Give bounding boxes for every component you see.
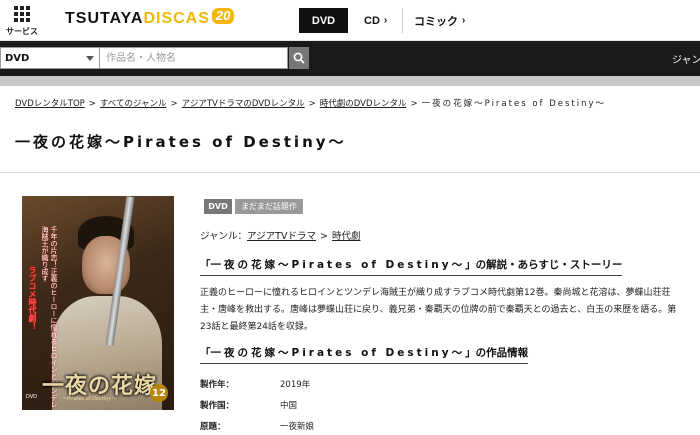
logo-accent-text: DISCAS xyxy=(143,10,210,27)
chevron-right-icon: › xyxy=(383,15,388,26)
nav-tab-comic[interactable]: コミック › xyxy=(414,8,465,33)
info-key: 原題： xyxy=(200,422,226,432)
synopsis-heading: 「一夜の花嫁〜Pirates of Destiny〜」の解説・あらすじ・ストーリ… xyxy=(200,257,623,276)
nav-tab-cd-label: CD xyxy=(364,14,380,27)
grid-icon xyxy=(14,6,30,22)
synopsis-heading-prefix: 「 xyxy=(200,259,211,271)
nav-tab-dvd[interactable]: DVD xyxy=(299,8,348,33)
genre-separator: > xyxy=(319,231,328,242)
header-divider-band xyxy=(0,76,700,86)
search-button[interactable] xyxy=(289,47,309,69)
info-row-original-title: 原題： 一夜新娘 xyxy=(200,420,314,432)
tsutaya-discas-logo[interactable]: TSUTAYA DISCAS 20 xyxy=(65,8,235,30)
genre-row: ジャンル：アジアTVドラマ > 時代劇 xyxy=(200,228,360,242)
info-key: 製作年： xyxy=(200,380,235,390)
chevron-right-icon: › xyxy=(462,15,466,26)
status-badge: まだまだ話題作 xyxy=(235,199,303,214)
service-menu-button[interactable]: サービス xyxy=(2,4,42,38)
nav-divider xyxy=(402,8,403,33)
nav-tab-comic-label: コミック xyxy=(414,15,458,28)
breadcrumb-link-asian-tv-drama[interactable]: アジアTVドラマのDVDレンタル xyxy=(182,99,305,109)
work-info-heading-suffix: 」の作品情報 xyxy=(465,347,529,359)
logo-main-text: TSUTAYA xyxy=(65,10,144,27)
breadcrumb-separator: > xyxy=(308,99,316,109)
service-label: サービス xyxy=(6,27,38,36)
info-value: 一夜新娘 xyxy=(280,422,315,432)
breadcrumb-link-all-genres[interactable]: すべてのジャンル xyxy=(100,99,167,109)
breadcrumb-link-top[interactable]: DVDレンタルTOP xyxy=(15,99,85,109)
info-row-production-country: 製作国： 中国 xyxy=(200,399,297,411)
section-divider xyxy=(0,172,700,173)
work-info-heading-title: 一夜の花嫁〜Pirates of Destiny〜 xyxy=(210,347,466,359)
synopsis-text: 正義のヒーローに憧れるヒロインとツンデレ海賊王が織り成すラブコメ時代劇第12巻。… xyxy=(200,288,677,332)
synopsis-heading-suffix: 」の解説・あらすじ・ストーリー xyxy=(465,259,623,271)
breadcrumb-current: 一夜の花嫁〜Pirates of Destiny〜 xyxy=(421,99,607,109)
genre-menu-link[interactable]: ジャン xyxy=(672,51,700,66)
info-value: 2019年 xyxy=(280,380,311,390)
genre-link-period-drama[interactable]: 時代劇 xyxy=(332,231,361,242)
work-info-heading-prefix: 「 xyxy=(200,347,211,359)
search-category-select[interactable]: DVD xyxy=(0,47,100,69)
dvd-cover-image[interactable]: 千年の片恋！正義のヒーローに憧れるヒロインとツンデレ海賊王が織り成す ラブコメ時… xyxy=(22,196,174,410)
search-input[interactable] xyxy=(100,47,288,69)
work-info-heading: 「一夜の花嫁〜Pirates of Destiny〜」の作品情報 xyxy=(200,345,529,364)
format-badge: DVD xyxy=(204,199,232,214)
breadcrumb-separator: > xyxy=(410,99,418,109)
cover-volume-badge: 12 xyxy=(150,384,168,402)
cover-dvd-mark: DVD xyxy=(26,394,38,400)
genre-label: ジャンル： xyxy=(200,231,248,242)
info-key: 製作国： xyxy=(200,401,235,411)
page-title: 一夜の花嫁〜Pirates of Destiny〜 xyxy=(15,133,347,151)
genre-link-asian-tv-drama[interactable]: アジアTVドラマ xyxy=(247,231,316,242)
search-category-value: DVD xyxy=(5,52,30,64)
info-value: 中国 xyxy=(280,401,298,411)
breadcrumb: DVDレンタルTOP > すべてのジャンル > アジアTVドラマのDVDレンタル > 時代劇… xyxy=(15,97,606,109)
chevron-down-icon xyxy=(86,56,94,61)
breadcrumb-separator: > xyxy=(88,99,96,109)
logo-anniversary-badge: 20 xyxy=(211,8,235,24)
breadcrumb-separator: > xyxy=(170,99,178,109)
synopsis-heading-title: 一夜の花嫁〜Pirates of Destiny〜 xyxy=(210,259,466,271)
info-row-production-year: 製作年： 2019年 xyxy=(200,378,310,390)
cover-tagline-highlight: ラブコメ時代劇！ xyxy=(28,266,37,330)
search-icon xyxy=(293,52,305,64)
breadcrumb-link-period-drama[interactable]: 時代劇のDVDレンタル xyxy=(320,99,407,109)
nav-tab-cd[interactable]: CD › xyxy=(364,8,387,33)
cover-subtitle: 〜Pirates of Destiny〜 xyxy=(62,396,117,402)
